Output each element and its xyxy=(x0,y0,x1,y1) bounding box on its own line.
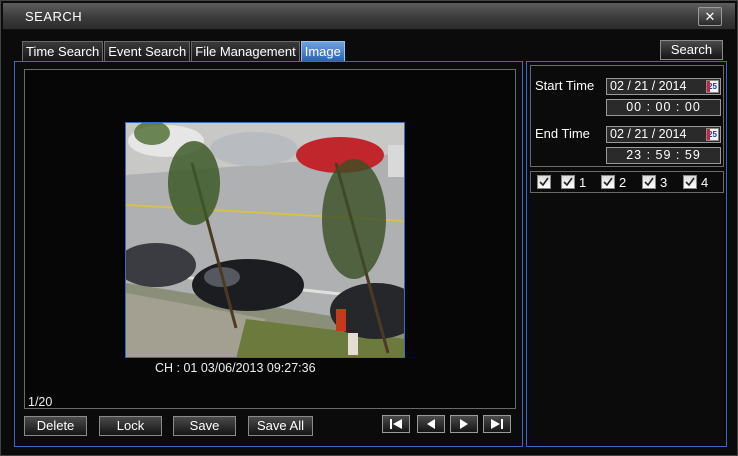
checkmark-icon xyxy=(539,177,549,187)
checkmark-icon xyxy=(644,177,654,187)
previous-icon xyxy=(427,419,435,429)
search-window: SEARCH ✕ Time Search Event Search File M… xyxy=(0,0,738,456)
channel-4-label: 4 xyxy=(701,175,709,190)
window-title: SEARCH xyxy=(25,9,83,24)
last-page-button[interactable] xyxy=(483,415,511,433)
channel-3-checkbox[interactable] xyxy=(642,175,656,189)
end-time-field[interactable]: 23 : 59 : 59 xyxy=(606,147,721,164)
checkmark-icon xyxy=(685,177,695,187)
tab-time-search[interactable]: Time Search xyxy=(22,41,104,61)
next-icon xyxy=(460,419,468,429)
title-bar: SEARCH ✕ xyxy=(3,3,735,30)
last-page-icon xyxy=(491,419,503,429)
checkmark-icon xyxy=(563,177,573,187)
channel-1-checkbox[interactable] xyxy=(561,175,575,189)
previous-button[interactable] xyxy=(417,415,445,433)
tab-bar: Time Search Event Search File Management… xyxy=(22,41,345,61)
tab-event-search[interactable]: Event Search xyxy=(104,41,191,61)
channel-3-label: 3 xyxy=(660,175,668,190)
filter-panel: Start Time 02 / 21 / 2014 25 00 : 00 : 0… xyxy=(526,61,727,447)
end-date-value: 02 / 21 / 2014 xyxy=(610,127,687,141)
save-all-button[interactable]: Save All xyxy=(248,416,313,436)
save-button[interactable]: Save xyxy=(173,416,236,436)
end-date-field[interactable]: 02 / 21 / 2014 25 xyxy=(606,126,721,143)
close-button[interactable]: ✕ xyxy=(698,7,722,26)
start-time-field[interactable]: 00 : 00 : 00 xyxy=(606,99,721,116)
first-page-button[interactable] xyxy=(382,415,410,433)
page-counter: 1/20 xyxy=(28,395,53,409)
snapshot-image[interactable] xyxy=(125,122,405,358)
start-date-field[interactable]: 02 / 21 / 2014 25 xyxy=(606,78,721,95)
channel-selector: 1 2 3 4 xyxy=(530,171,724,193)
start-time-label: Start Time xyxy=(535,78,595,93)
search-button[interactable]: Search xyxy=(660,40,723,60)
tab-file-management[interactable]: File Management xyxy=(191,41,300,61)
channel-4-checkbox[interactable] xyxy=(683,175,697,189)
start-date-value: 02 / 21 / 2014 xyxy=(610,79,687,93)
calendar-icon[interactable]: 25 xyxy=(706,80,719,93)
channel-2-label: 2 xyxy=(619,175,627,190)
snapshot-caption: CH : 01 03/06/2013 09:27:36 xyxy=(155,361,316,375)
first-page-icon xyxy=(390,419,402,429)
image-viewer: CH : 01 03/06/2013 09:27:36 1/20 xyxy=(24,69,516,409)
time-range-box: Start Time 02 / 21 / 2014 25 00 : 00 : 0… xyxy=(530,65,724,167)
end-time-label: End Time xyxy=(535,126,590,141)
checkmark-icon xyxy=(603,177,613,187)
delete-button[interactable]: Delete xyxy=(24,416,87,436)
select-all-checkbox[interactable] xyxy=(537,175,551,189)
channel-1-label: 1 xyxy=(579,175,587,190)
parking-lot-snapshot xyxy=(126,123,404,357)
image-panel: CH : 01 03/06/2013 09:27:36 1/20 Delete … xyxy=(14,61,523,447)
calendar-icon[interactable]: 25 xyxy=(706,128,719,141)
channel-2-checkbox[interactable] xyxy=(601,175,615,189)
tab-image[interactable]: Image xyxy=(300,41,345,61)
next-button[interactable] xyxy=(450,415,478,433)
lock-button[interactable]: Lock xyxy=(99,416,162,436)
